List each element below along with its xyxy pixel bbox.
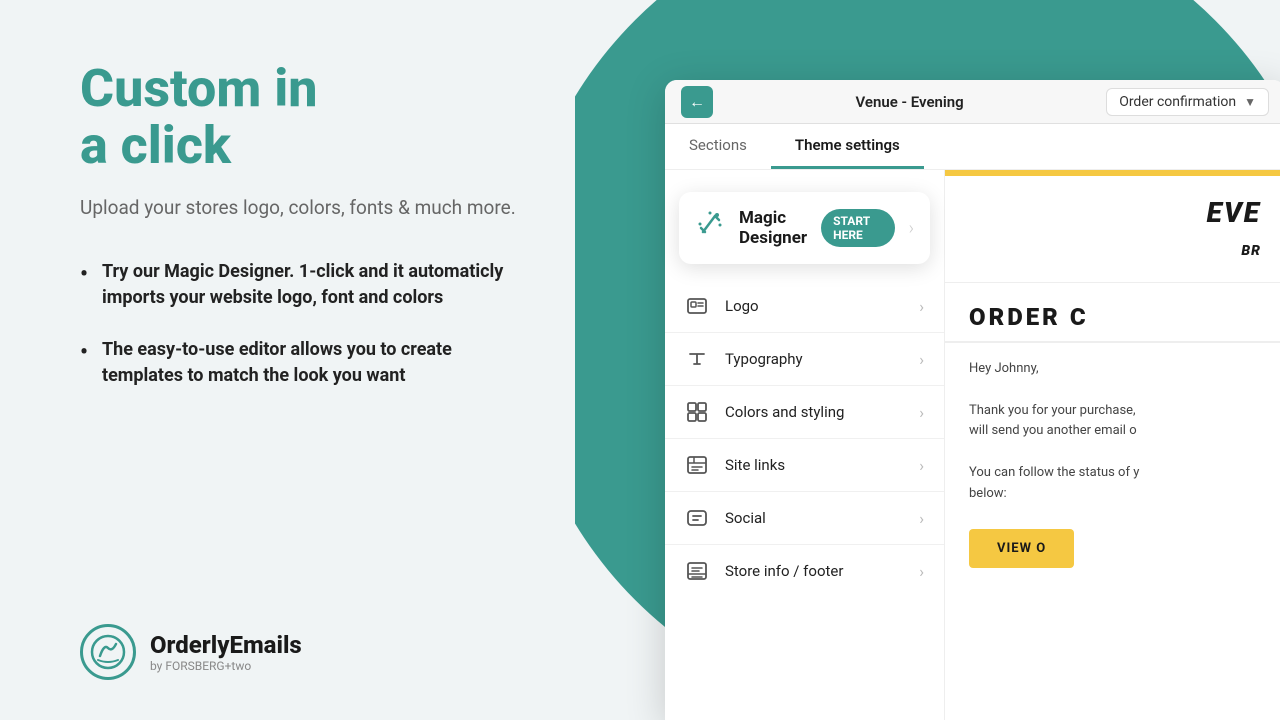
browser-window: ← Venue - Evening Order confirmation ▼ S… bbox=[665, 80, 1280, 720]
storefooter-icon bbox=[685, 559, 709, 583]
menu-chevron-social: › bbox=[919, 509, 924, 528]
brand-logo-icon bbox=[90, 634, 126, 670]
venue-label: Venue - Evening bbox=[721, 93, 1098, 111]
bullet-list: Try our Magic Designer. 1-click and it a… bbox=[80, 259, 525, 389]
menu-chevron-logo: › bbox=[919, 297, 924, 316]
panel-content: Magic Designer START HERE › Logo bbox=[665, 170, 1280, 720]
email-brand-header: EVE BR bbox=[945, 176, 1280, 283]
menu-item-storefooter[interactable]: Store info / footer › bbox=[665, 545, 944, 597]
body-text-4: below: bbox=[969, 484, 1261, 505]
email-brand-text: EVE BR bbox=[969, 196, 1261, 262]
heading-line1: Custom in bbox=[80, 58, 318, 119]
body-text-1: Thank you for your purchase, bbox=[969, 401, 1261, 422]
magic-designer-icon bbox=[695, 210, 725, 247]
menu-item-colors[interactable]: Colors and styling › bbox=[665, 386, 944, 439]
browser-bar: ← Venue - Evening Order confirmation ▼ bbox=[665, 80, 1280, 124]
menu-label-sitelinks: Site links bbox=[725, 456, 903, 474]
order-select-label: Order confirmation bbox=[1119, 94, 1236, 110]
magic-designer-label: Magic Designer bbox=[739, 208, 807, 248]
greeting: Hey Johnny, bbox=[969, 359, 1261, 380]
magic-designer-card[interactable]: Magic Designer START HERE › bbox=[679, 192, 930, 264]
brand-text-br: BR bbox=[1241, 243, 1261, 259]
back-button[interactable]: ← bbox=[681, 86, 713, 118]
magic-arrow-icon: › bbox=[909, 218, 914, 239]
bullet-item-2: The easy-to-use editor allows you to cre… bbox=[80, 337, 525, 389]
brand-text: OrderlyEmails by FORSBERG+two bbox=[150, 631, 302, 673]
brand-footer: OrderlyEmails by FORSBERG+two bbox=[80, 624, 525, 680]
body-text-2: will send you another email o bbox=[969, 421, 1261, 442]
bullet-item-1: Try our Magic Designer. 1-click and it a… bbox=[80, 259, 525, 311]
brand-sub: by FORSBERG+two bbox=[150, 659, 302, 673]
left-panel: Custom in a click Upload your stores log… bbox=[0, 0, 575, 720]
menu-item-typography[interactable]: Typography › bbox=[665, 333, 944, 386]
wand-icon bbox=[695, 210, 725, 240]
main-heading: Custom in a click bbox=[80, 60, 525, 174]
subtitle: Upload your stores logo, colors, fonts &… bbox=[80, 194, 525, 223]
view-order-button[interactable]: VIEW O bbox=[969, 529, 1074, 568]
menu-chevron-storefooter: › bbox=[919, 562, 924, 581]
right-panel: ← Venue - Evening Order confirmation ▼ S… bbox=[575, 0, 1280, 720]
menu-chevron-typography: › bbox=[919, 350, 924, 369]
typography-icon bbox=[685, 347, 709, 371]
colors-icon bbox=[685, 400, 709, 424]
sitelinks-icon bbox=[685, 453, 709, 477]
heading-line2: a click bbox=[80, 115, 231, 176]
tab-theme-settings[interactable]: Theme settings bbox=[771, 124, 924, 169]
menu-item-social[interactable]: Social › bbox=[665, 492, 944, 545]
menu-label-logo: Logo bbox=[725, 297, 903, 315]
tab-sections[interactable]: Sections bbox=[665, 124, 771, 169]
menu-label-social: Social bbox=[725, 509, 903, 527]
order-confirm-heading: ORDER C bbox=[945, 283, 1280, 343]
back-icon: ← bbox=[689, 92, 705, 112]
chevron-down-icon: ▼ bbox=[1244, 95, 1256, 109]
menu-label-colors: Colors and styling bbox=[725, 403, 903, 421]
menu-item-sitelinks[interactable]: Site links › bbox=[665, 439, 944, 492]
menu-label-storefooter: Store info / footer bbox=[725, 562, 903, 580]
menu-chevron-sitelinks: › bbox=[919, 456, 924, 475]
start-here-badge: START HERE bbox=[821, 209, 895, 247]
order-select[interactable]: Order confirmation ▼ bbox=[1106, 88, 1269, 116]
sidebar-menu: Magic Designer START HERE › Logo bbox=[665, 170, 945, 720]
email-body: Hey Johnny, Thank you for your purchase,… bbox=[945, 343, 1280, 521]
social-icon bbox=[685, 506, 709, 530]
logo-icon bbox=[685, 294, 709, 318]
brand-text-eve: EVE bbox=[1207, 196, 1261, 229]
menu-item-logo[interactable]: Logo › bbox=[665, 280, 944, 333]
body-text-3: You can follow the status of y bbox=[969, 463, 1261, 484]
brand-name: OrderlyEmails bbox=[150, 631, 302, 659]
brand-logo bbox=[80, 624, 136, 680]
email-preview: EVE BR ORDER C Hey Johnny, Thank you for… bbox=[945, 170, 1280, 720]
menu-label-typography: Typography bbox=[725, 350, 903, 368]
left-content: Custom in a click Upload your stores log… bbox=[80, 60, 525, 415]
menu-chevron-colors: › bbox=[919, 403, 924, 422]
tabs-row: Sections Theme settings bbox=[665, 124, 1280, 170]
